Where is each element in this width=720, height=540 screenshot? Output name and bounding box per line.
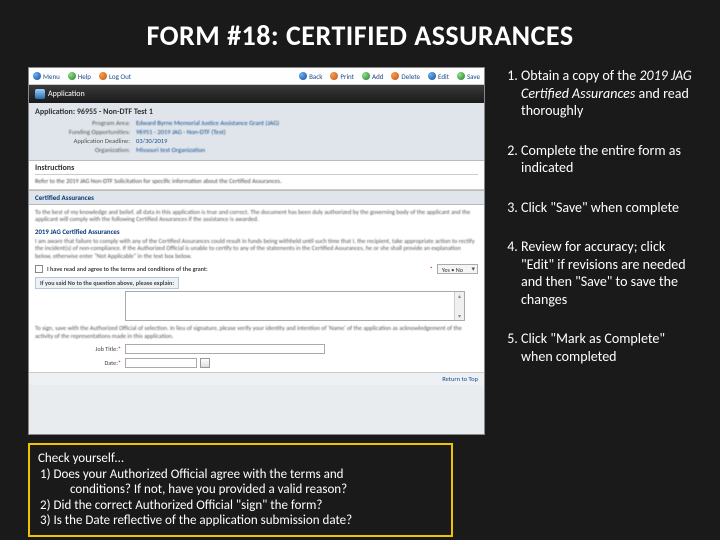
section-header: Certified Assurances [29, 190, 484, 205]
callout-q1b: conditions? If not, have you provided a … [38, 482, 443, 498]
menu-logout[interactable]: Log Out [99, 72, 131, 81]
app-title: Application: 96955 - Non-DTF Test 1 [35, 107, 478, 117]
left-column: Menu Help Log Out Back Print Add Delete … [28, 67, 485, 537]
page-title: FORM #18: CERTIFIED ASSURANCES [28, 18, 692, 53]
app-icon [35, 89, 45, 99]
menu-add[interactable]: Add [362, 72, 383, 81]
menu-back[interactable]: Back [299, 72, 322, 81]
scroll-down-icon[interactable]: ▾ [458, 312, 461, 320]
step-2: Complete the entire form as indicated [521, 142, 692, 177]
date-label: Date:* [35, 359, 121, 367]
body-p2: I am aware that failure to comply with a… [35, 238, 478, 260]
agree-row: I have read and agree to the terms and c… [35, 264, 478, 274]
print-icon [330, 72, 338, 80]
agree-select[interactable]: Yes • No [437, 264, 478, 274]
kv-row: Program Area:Edward Byrne Memorial Justi… [35, 119, 478, 127]
callout-head: Check yourself… [38, 451, 443, 467]
scrollbar[interactable]: ▴▾ [454, 292, 464, 320]
content-row: Menu Help Log Out Back Print Add Delete … [28, 67, 692, 537]
return-to-top[interactable]: Return to Top [29, 372, 484, 385]
kv-row: Application Deadline:03/30/2019 [35, 137, 478, 145]
logout-icon [99, 72, 107, 80]
explain-label: If you said No to the question above, pl… [35, 277, 179, 289]
save-icon [457, 72, 465, 80]
calendar-icon[interactable] [200, 358, 210, 368]
step-3: Click "Save" when complete [521, 199, 692, 217]
explain-textarea[interactable]: ▴▾ [125, 291, 465, 321]
instructions-panel: Instructions Refer to the 2019 JAG Non-D… [29, 161, 484, 190]
steps-list: Obtain a copy of the 2019 JAG Certified … [499, 67, 692, 365]
agree-label: I have read and agree to the terms and c… [47, 265, 208, 273]
steps-column: Obtain a copy of the 2019 JAG Certified … [499, 67, 692, 537]
back-icon [299, 72, 307, 80]
body-sub: 2019 JAG Certified Assurances [35, 228, 478, 236]
step-4: Review for accuracy; click "Edit" if rev… [521, 238, 692, 308]
jobtitle-row: Job Title:* [35, 344, 478, 354]
menu-print[interactable]: Print [330, 72, 354, 81]
kv-row: Funding Opportunities:96951 - 2019 JAG -… [35, 128, 478, 136]
instructions-heading: Instructions [35, 163, 478, 175]
menu-save[interactable]: Save [457, 72, 480, 81]
menu-delete[interactable]: Delete [391, 72, 420, 81]
menu-help[interactable]: Help [68, 72, 91, 81]
help-icon [68, 72, 76, 80]
form-body: To the best of my knowledge and belief, … [29, 205, 484, 372]
step-5: Click "Mark as Complete" when completed [521, 330, 692, 365]
home-icon [33, 72, 41, 80]
scroll-up-icon[interactable]: ▴ [458, 292, 461, 300]
add-icon [362, 72, 370, 80]
callout-q3: 3) Is the Date reflective of the applica… [38, 513, 443, 529]
body-p1: To the best of my knowledge and belief, … [35, 209, 478, 224]
date-row: Date:* [35, 358, 478, 368]
app-detail: Application: 96955 - Non-DTF Test 1 Prog… [29, 103, 484, 161]
step-1: Obtain a copy of the 2019 JAG Certified … [521, 67, 692, 120]
menubar: Menu Help Log Out Back Print Add Delete … [29, 68, 484, 85]
menu-edit[interactable]: Edit [428, 72, 449, 81]
app-screenshot: Menu Help Log Out Back Print Add Delete … [28, 67, 485, 435]
jobtitle-input[interactable] [125, 344, 325, 354]
app-bar: Application [29, 85, 484, 103]
instructions-body: Refer to the 2019 JAG Non-DTF Solicitati… [35, 177, 478, 185]
kv-row: Organization:Missouri test Organization [35, 146, 478, 154]
jobtitle-label: Job Title:* [35, 345, 121, 353]
delete-icon [391, 72, 399, 80]
app-bar-label: Application [48, 89, 85, 99]
date-input[interactable] [125, 358, 197, 368]
check-yourself-callout: Check yourself… 1) Does your Authorized … [28, 443, 453, 537]
body-p3: To sign, save with the Authorized Offici… [35, 325, 478, 340]
explain-row: If you said No to the question above, pl… [35, 277, 478, 321]
callout-q2: 2) Did the correct Authorized Official "… [38, 498, 443, 514]
agree-checkbox[interactable] [35, 265, 43, 273]
menu-home[interactable]: Menu [33, 72, 60, 81]
edit-icon [428, 72, 436, 80]
callout-q1a: 1) Does your Authorized Official agree w… [38, 467, 443, 483]
